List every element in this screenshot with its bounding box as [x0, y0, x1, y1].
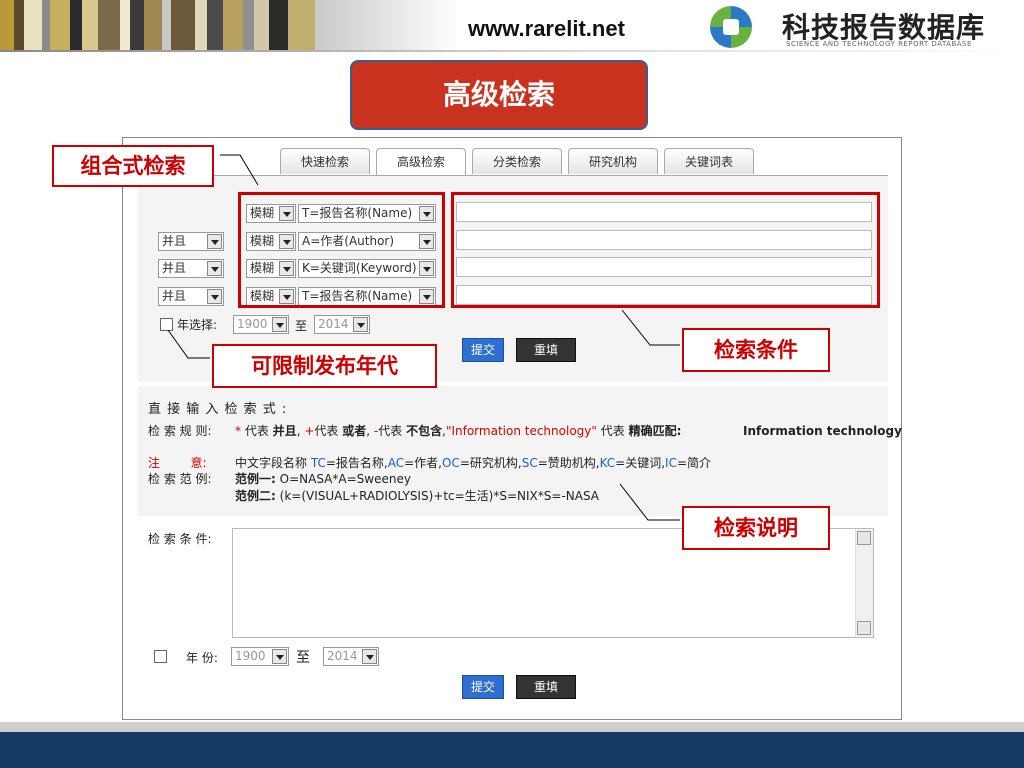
connector-combo — [220, 154, 259, 186]
callout-connectors — [167, 154, 680, 521]
callout-search-condition: 检索条件 — [682, 328, 830, 372]
footer-bar — [0, 732, 1024, 768]
callout-search-explain: 检索说明 — [682, 506, 830, 550]
callout-year-limit: 可限制发布年代 — [212, 344, 437, 388]
callout-combined-search: 组合式检索 — [52, 145, 214, 187]
connector-condition — [621, 309, 680, 346]
footer-band — [0, 722, 1024, 732]
connector-year — [167, 329, 210, 359]
connector-explain — [619, 483, 680, 521]
